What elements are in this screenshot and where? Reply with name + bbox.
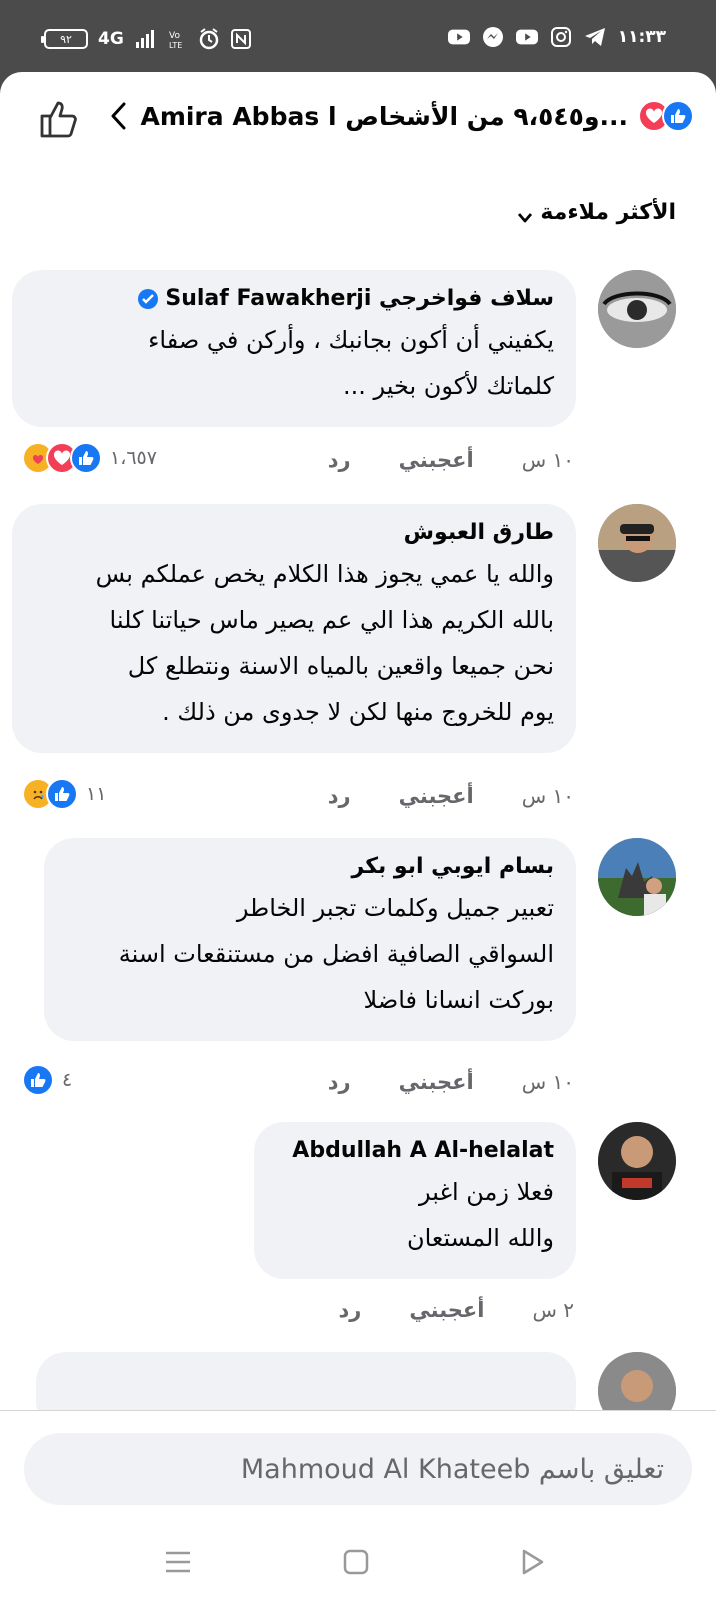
reaction-count: ١،٦٥٧: [110, 447, 157, 469]
chevron-left-icon[interactable]: [108, 101, 130, 131]
comment-actions: ١٠ س أعجبني رد: [328, 784, 574, 808]
comment-time: ١٠ س: [521, 784, 574, 808]
sort-label: الأكثر ملاءمة: [540, 200, 676, 225]
comment-text: تعبير جميل وكلمات تجبر الخاطر السواقي ال…: [118, 894, 554, 1014]
header-reaction-icons: [638, 100, 694, 132]
menu-icon[interactable]: [158, 1542, 198, 1582]
reply-button[interactable]: رد: [339, 1298, 362, 1322]
system-nav-bar: [0, 1522, 716, 1600]
like-outline-icon[interactable]: [38, 98, 80, 140]
reaction-count: ٤: [62, 1069, 73, 1091]
battery-icon: ٩٢: [41, 29, 88, 49]
clock: ١١:٣٣: [617, 27, 666, 47]
reply-button[interactable]: رد: [328, 784, 351, 808]
header-reactions-row[interactable]: Amira Abbas و٩،٥٤٥ من الأشخاص ا...: [108, 100, 694, 132]
status-bar: ٩٢ 4G Vo LTE ١١:٣٣: [0, 0, 716, 72]
sort-dropdown[interactable]: الأكثر ملاءمة: [518, 200, 676, 225]
reactions-comments-sheet: Amira Abbas و٩،٥٤٥ من الأشخاص ا... الأكث…: [0, 72, 716, 1600]
avatar[interactable]: [598, 1122, 676, 1200]
youtube-icon: [447, 26, 470, 48]
comment-reactions[interactable]: ١،٦٥٧: [22, 442, 157, 474]
comment-actions: ١٠ س أعجبني رد: [328, 1070, 574, 1094]
comment-bubble: طارق العبوش والله يا عمي يجوز هذا الكلام…: [12, 504, 576, 753]
comment-author[interactable]: بسام ايوبي ابو بكر: [66, 854, 554, 879]
comment-author-name[interactable]: Abdullah A Al-helalat: [292, 1138, 554, 1163]
comment-time: ٢ س: [532, 1298, 574, 1322]
comment-author[interactable]: Abdullah A Al-helalat: [276, 1138, 554, 1163]
comment-time: ١٠ س: [521, 1070, 574, 1094]
reactors-summary[interactable]: Amira Abbas و٩،٥٤٥ من الأشخاص ا...: [140, 102, 628, 131]
youtube-icon: [515, 26, 538, 48]
comment-author-name[interactable]: طارق العبوش: [404, 520, 554, 545]
reply-button[interactable]: رد: [328, 1070, 351, 1094]
comment-author-name[interactable]: بسام ايوبي ابو بكر: [352, 854, 554, 879]
network-type: 4G: [98, 29, 124, 49]
battery-level: ٩٢: [60, 32, 72, 46]
home-icon[interactable]: [336, 1542, 376, 1582]
svg-text:Vo: Vo: [169, 31, 180, 41]
status-left: ٩٢ 4G Vo LTE: [41, 28, 252, 50]
svg-text:LTE: LTE: [169, 41, 182, 50]
comment-input[interactable]: تعليق باسم Mahmoud Al Khateeb: [24, 1433, 692, 1505]
comment-time: ١٠ س: [521, 448, 574, 472]
back-icon[interactable]: [512, 1542, 552, 1582]
comment-reactions[interactable]: ١١: [22, 778, 106, 810]
comment-bubble: سلاف فواخرجي Sulaf Fawakherji يكفيني أن …: [12, 270, 576, 427]
like-button[interactable]: أعجبني: [399, 1070, 474, 1094]
like-reaction-icon: [22, 1064, 54, 1096]
comment-actions: ٢ س أعجبني رد: [339, 1298, 574, 1322]
reply-button[interactable]: رد: [328, 448, 351, 472]
reaction-count: ١١: [86, 783, 107, 805]
sheet-header: Amira Abbas و٩،٥٤٥ من الأشخاص ا...: [0, 72, 716, 168]
like-button[interactable]: أعجبني: [399, 784, 474, 808]
like-reaction-icon: [46, 778, 78, 810]
messenger-icon: [482, 26, 504, 48]
comment-author[interactable]: طارق العبوش: [34, 520, 554, 545]
instagram-icon: [550, 26, 572, 48]
comment-actions: ١٠ س أعجبني رد: [328, 448, 574, 472]
signal-icon: [134, 28, 156, 50]
telegram-icon: [584, 26, 606, 48]
comment-text: والله يا عمي يجوز هذا الكلام يخص عملكم ب…: [95, 560, 554, 726]
like-reaction-icon: [662, 100, 694, 132]
avatar[interactable]: [598, 838, 676, 916]
like-button[interactable]: أعجبني: [409, 1298, 484, 1322]
like-button[interactable]: أعجبني: [399, 448, 474, 472]
avatar[interactable]: [598, 270, 676, 348]
comment-author-name[interactable]: سلاف فواخرجي Sulaf Fawakherji: [165, 286, 554, 311]
like-reaction-icon: [70, 442, 102, 474]
comment-text: فعلا زمن اغبر والله المستعان: [406, 1178, 554, 1252]
nfc-icon: [230, 28, 252, 50]
verified-badge-icon: [137, 288, 159, 310]
avatar[interactable]: [598, 504, 676, 582]
comment-text: يكفيني أن أكون بجانبك ، وأركن في صفاء كل…: [148, 326, 554, 400]
volte-icon: Vo LTE: [166, 28, 188, 50]
alarm-icon: [198, 28, 220, 50]
comment-reactions[interactable]: ٤: [22, 1064, 72, 1096]
comment-bubble: بسام ايوبي ابو بكر تعبير جميل وكلمات تجب…: [44, 838, 576, 1041]
comment-composer: تعليق باسم Mahmoud Al Khateeb: [0, 1410, 716, 1522]
comment-bubble: Abdullah A Al-helalat فعلا زمن اغبر والل…: [254, 1122, 576, 1279]
comment-author[interactable]: سلاف فواخرجي Sulaf Fawakherji: [34, 286, 554, 311]
chevron-down-icon: [518, 208, 533, 222]
status-right: ١١:٣٣: [447, 26, 666, 48]
